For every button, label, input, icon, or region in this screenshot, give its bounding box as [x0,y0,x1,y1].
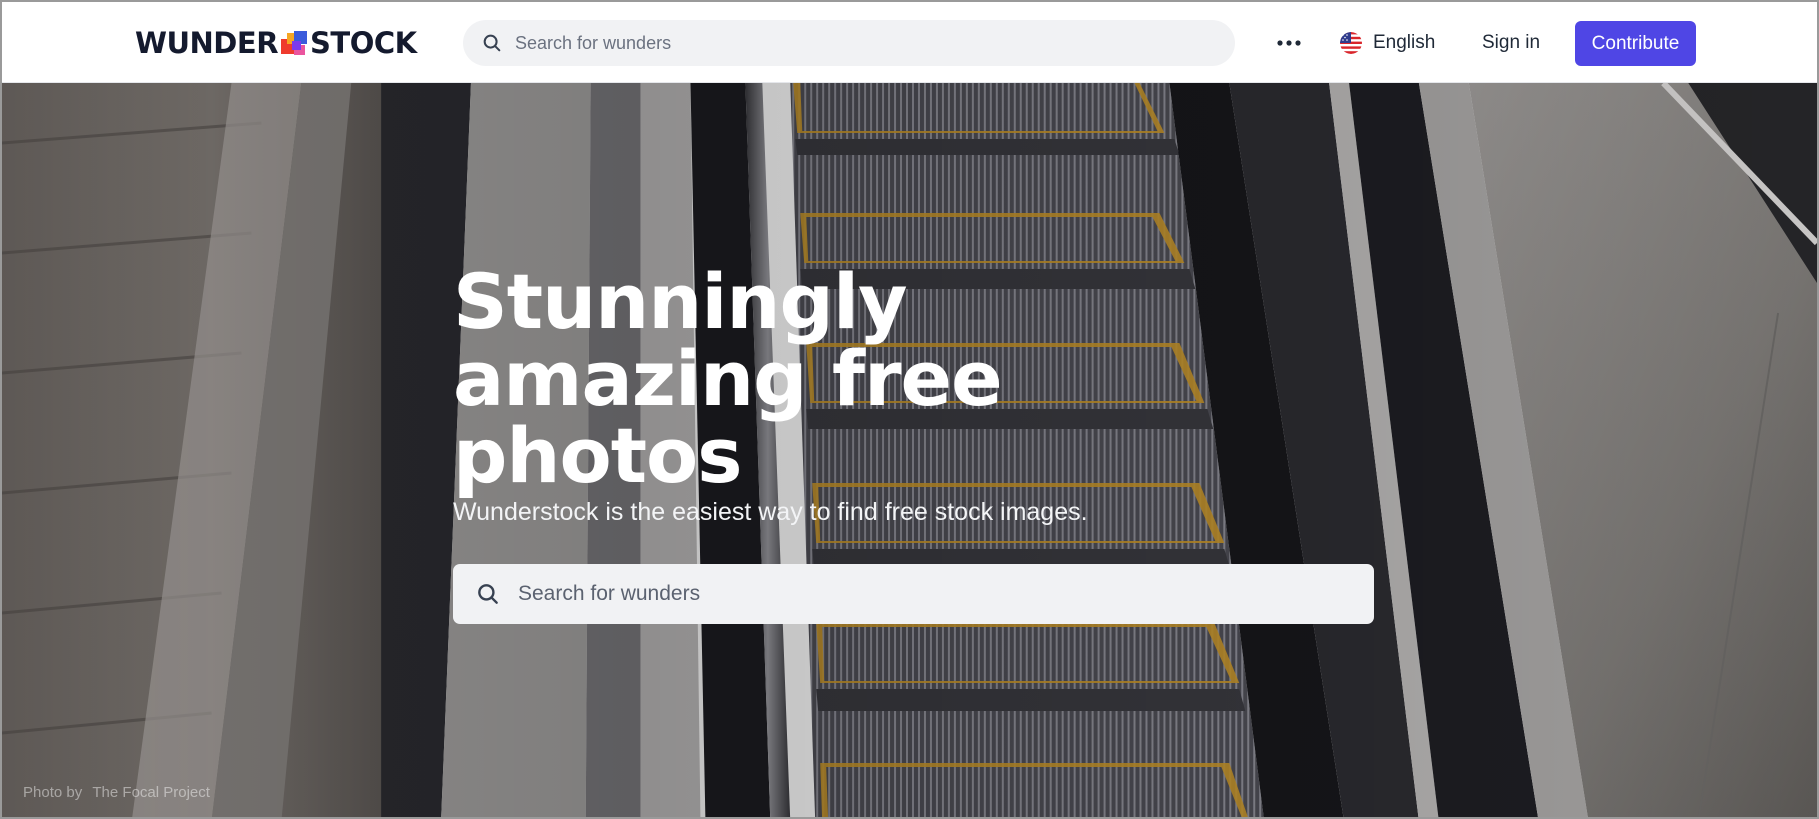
hero-search-input[interactable] [518,582,1338,606]
browser-page: WUNDER STOCK Search for wunders English … [0,0,1819,819]
hero-text-block: Stunningly amazing free photos Wundersto… [453,263,1088,527]
ellipsis-icon [1277,40,1301,46]
header-search-input[interactable] [515,32,1195,54]
hero-section: Stunningly amazing free photos Wundersto… [2,83,1817,817]
top-navigation-bar: WUNDER STOCK Search for wunders English … [2,2,1817,83]
us-flag-icon [1340,32,1362,54]
logo-mark-icon [279,29,309,57]
logo-text-stock: STOCK [310,26,417,60]
contribute-button[interactable]: Contribute [1575,21,1696,66]
language-selector[interactable]: English [1340,26,1435,60]
more-options-button[interactable] [1274,28,1304,58]
language-label: English [1373,32,1436,53]
photo-credit-author-link[interactable]: The Focal Project [92,784,210,801]
hero-headline: Stunningly amazing free photos [453,257,1003,500]
sign-in-link[interactable]: Sign in [1482,26,1540,60]
wunderstock-logo[interactable]: WUNDER STOCK [135,26,417,60]
search-icon [478,584,498,604]
logo-text-wunder: WUNDER [135,26,279,60]
photo-credit: Photo by The Focal Project [23,784,210,801]
hero-tagline: Wunderstock is the easiest way to find f… [453,498,1088,526]
search-icon [483,34,501,52]
photo-credit-prefix: Photo by [23,784,83,801]
hero-search-bar [453,564,1374,624]
header-search-bar [463,20,1235,66]
